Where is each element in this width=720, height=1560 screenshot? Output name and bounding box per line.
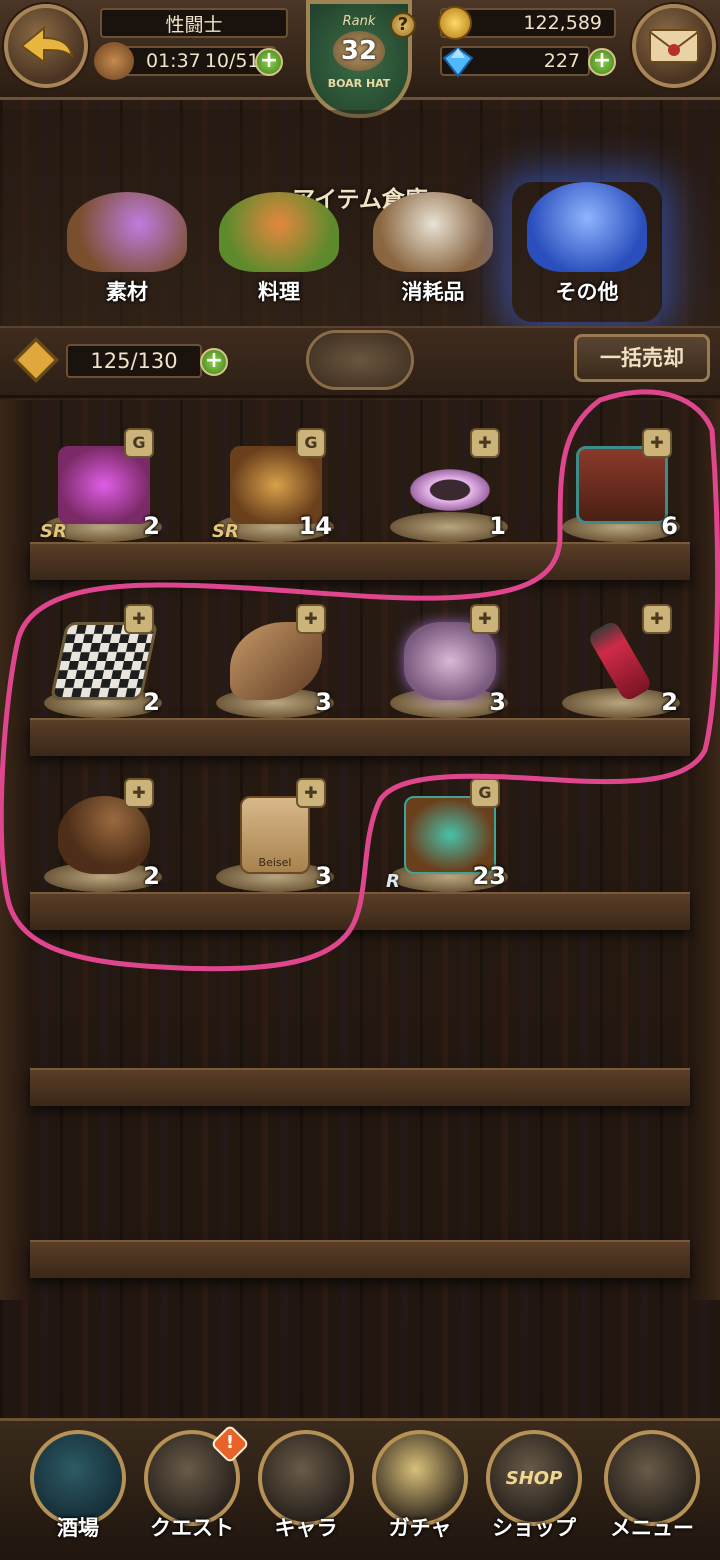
item-count: 3 bbox=[315, 688, 332, 716]
plus-badge: ✚ bbox=[296, 778, 326, 808]
nav-tavern[interactable]: 酒場 bbox=[22, 1426, 134, 1556]
nav-quest[interactable]: ! クエスト bbox=[136, 1424, 250, 1556]
boot-icon bbox=[94, 42, 134, 80]
mail-button[interactable] bbox=[632, 4, 716, 88]
envelope-icon bbox=[649, 29, 699, 63]
alert-mark: ! bbox=[225, 1432, 235, 1453]
plus-badge: ✚ bbox=[470, 604, 500, 634]
rarity-badge: SR bbox=[40, 521, 67, 542]
food-icon bbox=[219, 192, 339, 272]
item-slot[interactable]: Beisel ✚ 3 bbox=[210, 770, 340, 900]
stamina-timer: 01:37 bbox=[146, 50, 201, 72]
item-count: 2 bbox=[143, 688, 160, 716]
item-slot[interactable]: G SR 14 bbox=[210, 420, 340, 550]
item-count: 2 bbox=[143, 512, 160, 540]
gem-icon bbox=[442, 46, 474, 78]
item-count: 2 bbox=[143, 862, 160, 890]
category-others-selected[interactable]: その他 bbox=[512, 182, 662, 322]
item-slot[interactable]: ✚ 6 bbox=[556, 420, 686, 550]
badge-g: G bbox=[124, 428, 154, 458]
item-count: 6 bbox=[661, 512, 678, 540]
rank-subtitle: BOAR HAT bbox=[327, 77, 391, 90]
item-count: 3 bbox=[489, 688, 506, 716]
item-slot[interactable]: ✚ 3 bbox=[384, 596, 514, 726]
nav-gacha[interactable]: ガチャ bbox=[364, 1426, 476, 1556]
help-button[interactable]: ? bbox=[390, 12, 416, 38]
category-consumables[interactable]: 消耗品 bbox=[358, 192, 508, 322]
stamina-bar: 01:37 10/51 bbox=[94, 42, 276, 80]
plus-badge: ✚ bbox=[642, 604, 672, 634]
scroll-caption: Beisel bbox=[258, 856, 292, 869]
bracelet-icon bbox=[404, 466, 496, 514]
shelf-board bbox=[30, 1068, 690, 1106]
plus-badge: ✚ bbox=[296, 604, 326, 634]
item-count: 14 bbox=[298, 512, 332, 540]
pot-emblem-icon bbox=[306, 330, 414, 390]
item-count: 23 bbox=[472, 862, 506, 890]
category-food[interactable]: 料理 bbox=[204, 192, 354, 322]
gem-amount: 227 bbox=[543, 50, 580, 72]
item-slot[interactable]: ✚ 1 bbox=[384, 420, 514, 550]
item-slot[interactable]: ✚ 2 bbox=[38, 596, 168, 726]
plus-badge: ✚ bbox=[124, 604, 154, 634]
item-count: 2 bbox=[661, 688, 678, 716]
back-button[interactable] bbox=[4, 4, 88, 88]
materials-icon bbox=[67, 192, 187, 272]
consumables-icon bbox=[373, 192, 493, 272]
player-title: 性闘士 bbox=[100, 8, 288, 38]
back-arrow-icon bbox=[20, 25, 74, 64]
shelf-frame-right bbox=[690, 400, 720, 1300]
rarity-badge: SR bbox=[212, 521, 239, 542]
rarity-badge: R bbox=[386, 871, 400, 892]
top-status-bar: 性闘士 01:37 10/51 + Rank 32 BOAR HAT ? 122… bbox=[0, 0, 720, 118]
expand-capacity-button[interactable]: + bbox=[200, 348, 228, 376]
item-slot[interactable]: G R 23 bbox=[384, 770, 514, 900]
badge-g: G bbox=[296, 428, 326, 458]
item-slot[interactable]: ✚ 2 bbox=[556, 596, 686, 726]
item-slot[interactable]: ✚ 3 bbox=[210, 596, 340, 726]
stamina-count: 10/51 bbox=[204, 50, 260, 72]
add-stamina-button[interactable]: + bbox=[255, 48, 283, 76]
item-count: 3 bbox=[315, 862, 332, 890]
rank-value: 32 bbox=[333, 31, 385, 71]
shelf-board bbox=[30, 1240, 690, 1278]
capacity-counter: 125/130 bbox=[66, 344, 202, 378]
item-slot[interactable]: ✚ 2 bbox=[38, 770, 168, 900]
category-materials[interactable]: 素材 bbox=[52, 192, 202, 322]
plus-badge: ✚ bbox=[470, 428, 500, 458]
nav-menu[interactable]: メニュー bbox=[592, 1426, 712, 1556]
badge-g: G bbox=[470, 778, 500, 808]
nav-characters[interactable]: キャラ bbox=[250, 1426, 362, 1556]
shop-sign-text: SHOP bbox=[505, 1468, 563, 1489]
gold-amount: 122,589 bbox=[523, 12, 602, 34]
shelf-frame-left bbox=[0, 400, 32, 1300]
plus-badge: ✚ bbox=[124, 778, 154, 808]
add-gems-button[interactable]: + bbox=[588, 48, 616, 76]
nav-shop[interactable]: SHOP ショップ bbox=[478, 1426, 590, 1556]
gold-coin-icon bbox=[438, 6, 472, 40]
item-count: 1 bbox=[489, 512, 506, 540]
item-slot[interactable]: G SR 2 bbox=[38, 420, 168, 550]
plus-badge: ✚ bbox=[642, 428, 672, 458]
others-icon bbox=[527, 182, 647, 272]
bulk-sell-button[interactable]: 一括売却 bbox=[574, 334, 710, 382]
